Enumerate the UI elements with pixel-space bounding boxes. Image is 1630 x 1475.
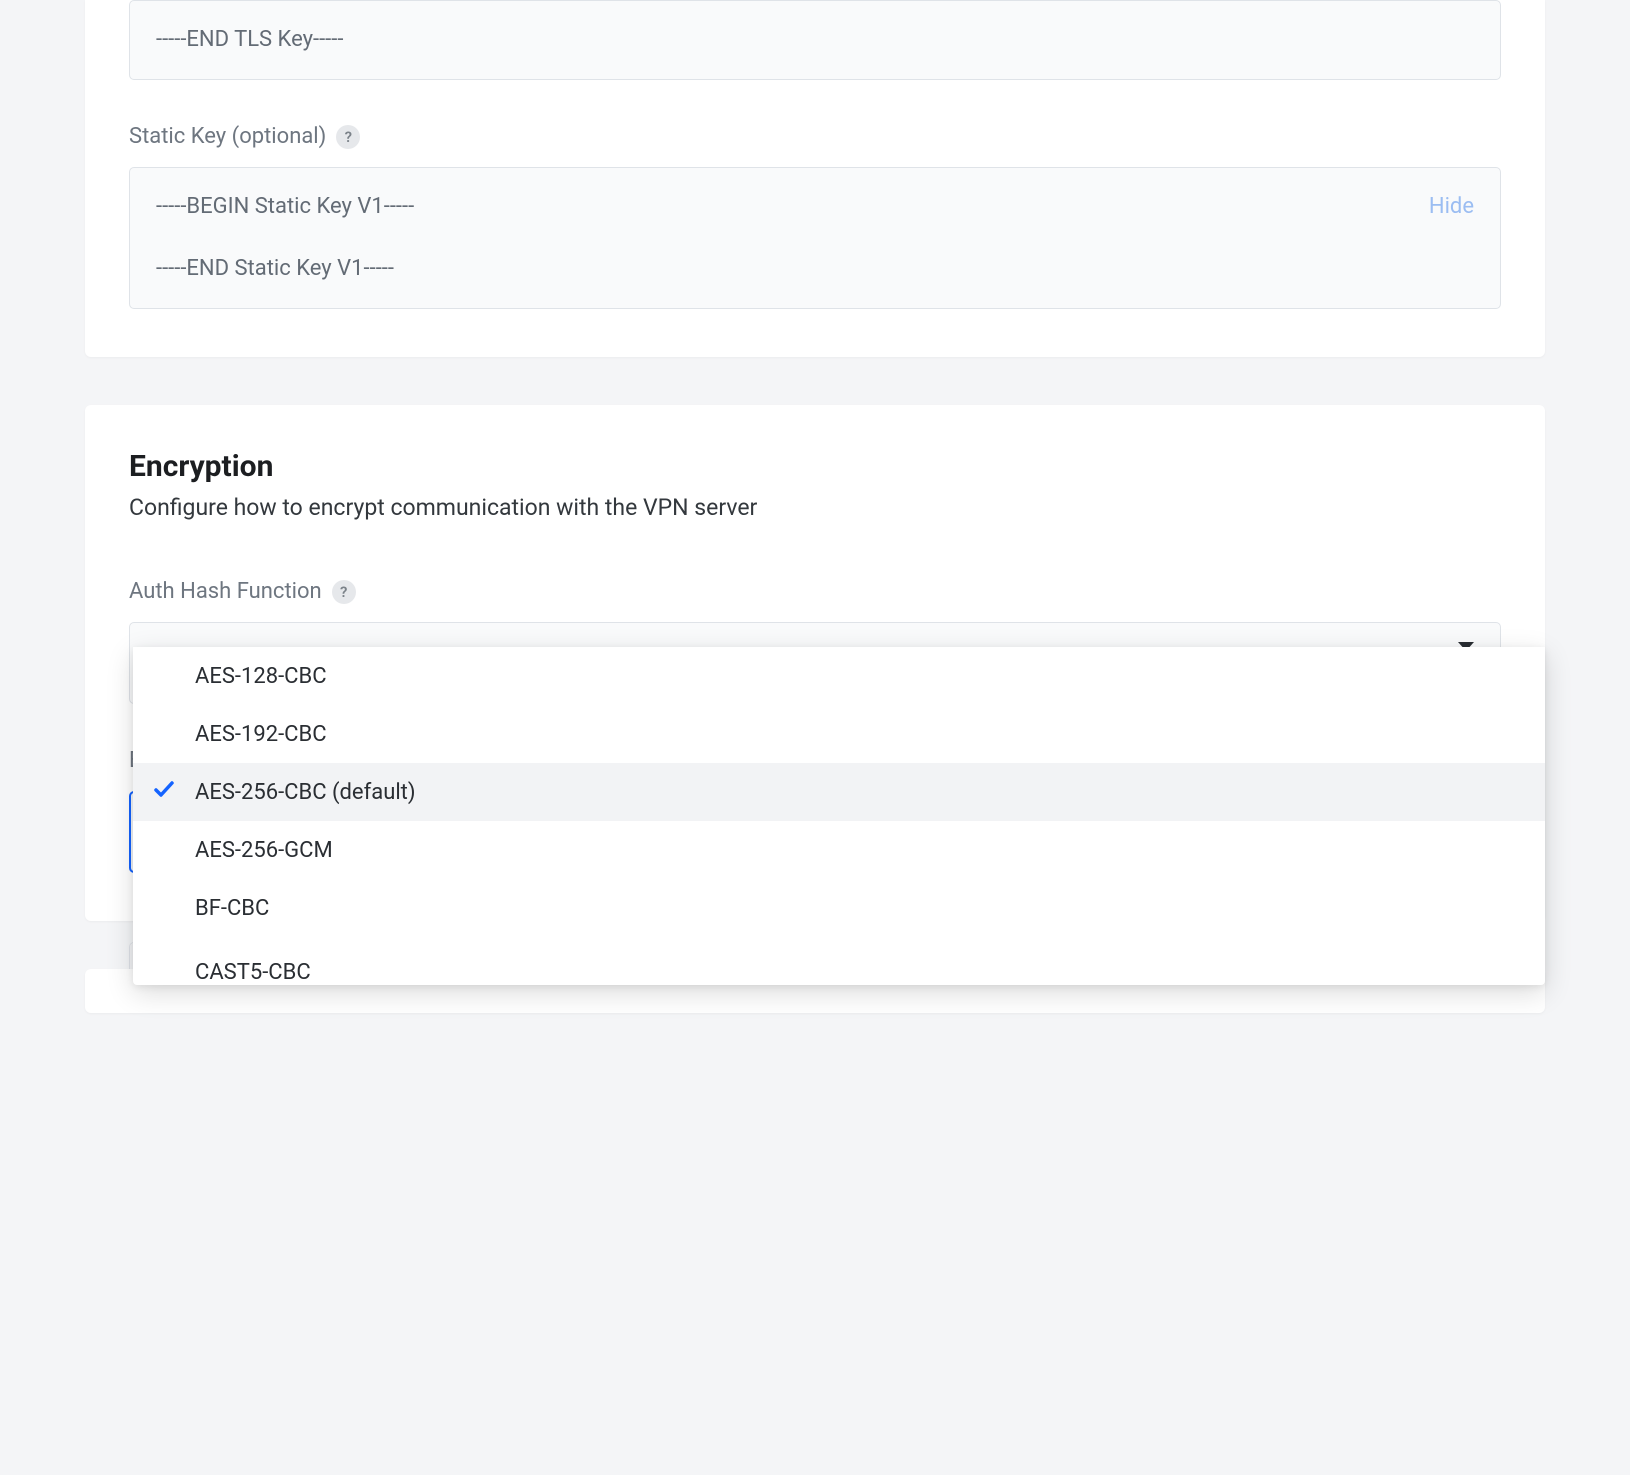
static-key-begin-line: -----BEGIN Static Key V1----- — [156, 190, 1474, 224]
keys-card: -----END TLS Key----- Static Key (option… — [85, 0, 1545, 357]
static-key-textarea[interactable]: Hide -----BEGIN Static Key V1----- -----… — [129, 167, 1501, 309]
check-icon — [153, 778, 175, 806]
cipher-option-label: AES-192-CBC — [195, 722, 327, 747]
cipher-option[interactable]: AES-128-CBC — [133, 647, 1545, 705]
cipher-option[interactable]: AES-192-CBC — [133, 705, 1545, 763]
cipher-option-label: BF-CBC — [195, 896, 269, 921]
cipher-dropdown[interactable]: AES-128-CBC AES-192-CBC AES-256-CBC (defau… — [133, 647, 1545, 985]
static-key-label-text: Static Key (optional) — [129, 124, 326, 149]
cipher-option-label: AES-128-CBC — [195, 664, 327, 689]
cipher-option[interactable]: BF-CBC — [133, 879, 1545, 937]
help-icon[interactable]: ? — [336, 125, 360, 149]
cipher-option-label: AES-256-GCM — [195, 838, 333, 863]
cipher-option-label: CAST5-CBC — [195, 960, 311, 985]
auth-hash-label-text: Auth Hash Function — [129, 579, 322, 604]
hide-button[interactable]: Hide — [1429, 190, 1474, 224]
encryption-description: Configure how to encrypt communication w… — [129, 494, 1501, 521]
help-icon[interactable]: ? — [332, 580, 356, 604]
static-key-end-line: -----END Static Key V1----- — [156, 252, 1474, 286]
static-key-label: Static Key (optional) ? — [129, 124, 1501, 149]
tls-key-textarea[interactable]: -----END TLS Key----- — [129, 0, 1501, 80]
auth-hash-label: Auth Hash Function ? — [129, 579, 1501, 604]
cipher-option-label: AES-256-CBC (default) — [195, 780, 416, 805]
cipher-option[interactable]: CAST5-CBC — [133, 937, 1545, 985]
cipher-option[interactable]: AES-256-CBC (default) — [133, 763, 1545, 821]
tls-end-line: -----END TLS Key----- — [156, 23, 1474, 57]
encryption-title: Encryption — [129, 449, 1501, 484]
cipher-option[interactable]: AES-256-GCM — [133, 821, 1545, 879]
